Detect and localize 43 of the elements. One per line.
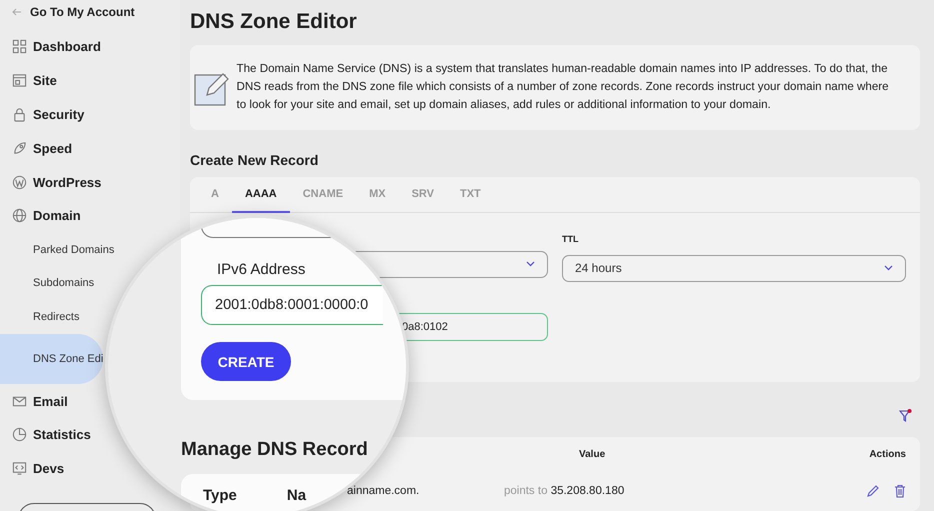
sidebar-item[interactable]: Devs bbox=[0, 452, 66, 486]
sidebar-item[interactable]: Dashboard bbox=[0, 30, 103, 64]
chevron-down-icon bbox=[526, 261, 535, 268]
ttl-label: TTL bbox=[562, 234, 580, 246]
sidebar-subitem[interactable]: Subdomains bbox=[0, 266, 96, 300]
chevron-down-icon bbox=[884, 265, 893, 272]
column-header: Type bbox=[203, 487, 237, 506]
section-title: Create New Record bbox=[190, 152, 320, 170]
sidebar-item-icon bbox=[12, 208, 27, 224]
column-header: Actions bbox=[869, 448, 907, 460]
pencil-icon[interactable] bbox=[866, 484, 880, 498]
sidebar-item-icon bbox=[12, 461, 27, 476]
sidebar-subitem[interactable]: DNS Zone Edi bbox=[0, 334, 104, 384]
sidebar-item[interactable]: Email bbox=[0, 384, 70, 418]
sidebar-item[interactable]: Statistics bbox=[0, 418, 93, 452]
sidebar-item[interactable]: WordPress bbox=[0, 165, 104, 199]
column-header: Value bbox=[578, 448, 606, 460]
sidebar-item-icon bbox=[12, 106, 27, 122]
filter-icon[interactable] bbox=[899, 409, 912, 422]
sidebar-item-icon bbox=[12, 39, 27, 54]
record-type-tab[interactable]: AAAA bbox=[232, 176, 290, 213]
sidebar-subitem[interactable]: Redirects bbox=[0, 300, 82, 334]
back-link[interactable]: Go To My Account bbox=[0, 0, 180, 22]
info-text: The Domain Name Service (DNS) is a system that translates human-readable domain names into IP addresses. To do that, the DNS reads from the DNS zone file which consists of a number of zone records. Zone records instruct your domain name where to look for your site and email, set up domain aliases, add rules or additional information to your domain. bbox=[236, 61, 890, 114]
address-field[interactable]: 2001:0db8:0001:0000:0 bbox=[201, 285, 383, 325]
sidebar-item[interactable]: Security bbox=[0, 98, 86, 132]
sidebar-item-icon bbox=[12, 140, 27, 156]
record-name-cell-text: ainname.com. bbox=[347, 485, 420, 497]
column-header: Na bbox=[286, 487, 306, 506]
section-title: Manage DNS Record bbox=[181, 439, 368, 461]
field-label: IPv6 Address bbox=[217, 261, 306, 278]
sidebar-item-icon bbox=[12, 73, 27, 88]
ttl-select[interactable]: 24 hours bbox=[562, 254, 906, 282]
sidebar-item-icon bbox=[12, 174, 27, 190]
record-value-cell-text: points to 35.208.80.180 bbox=[503, 485, 624, 497]
sidebar-item-icon bbox=[12, 427, 27, 442]
sidebar-item[interactable]: Site bbox=[0, 64, 59, 98]
sidebar-item[interactable]: Domain bbox=[0, 198, 83, 233]
arrow-left-icon bbox=[12, 8, 22, 16]
sidebar-item[interactable]: Speed bbox=[0, 131, 74, 166]
create-button[interactable]: CREATE bbox=[201, 342, 291, 381]
trash-icon[interactable] bbox=[894, 484, 906, 498]
page-title: DNS Zone Editor bbox=[190, 10, 358, 35]
